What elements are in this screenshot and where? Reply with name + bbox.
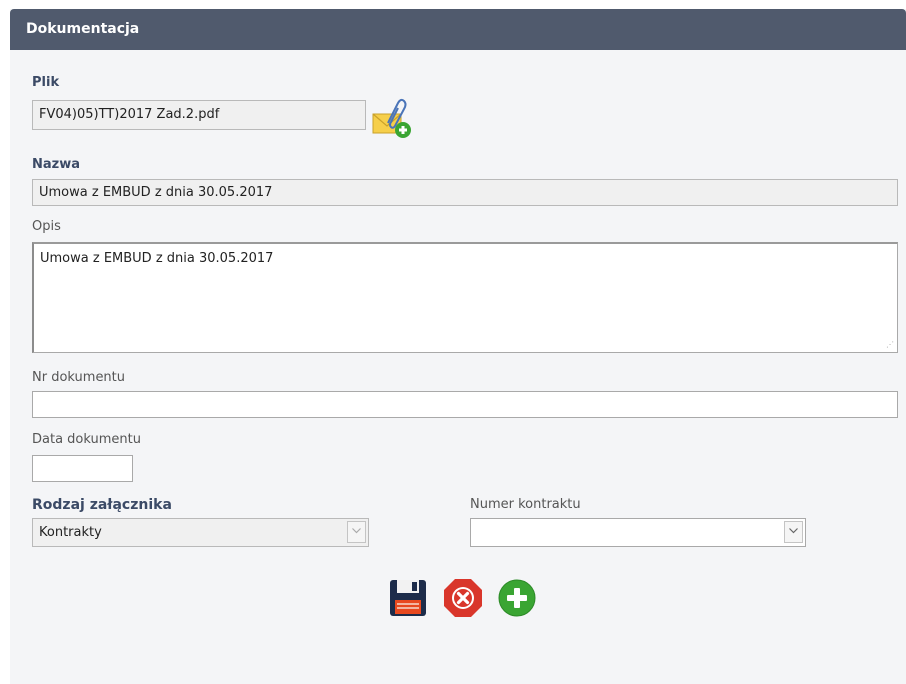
contract-number-label: Numer kontraktu bbox=[470, 497, 581, 512]
name-label: Nazwa bbox=[32, 157, 81, 172]
description-label: Opis bbox=[32, 219, 61, 234]
description-textarea[interactable]: Umowa z EMBUD z dnia 30.05.2017 ⋰ bbox=[32, 242, 898, 353]
document-date-input[interactable] bbox=[32, 455, 133, 482]
description-text: Umowa z EMBUD z dnia 30.05.2017 bbox=[40, 251, 274, 266]
contract-number-select[interactable] bbox=[470, 518, 806, 547]
attachment-type-label: Rodzaj załącznika bbox=[32, 497, 172, 513]
cancel-icon[interactable] bbox=[442, 577, 484, 619]
file-field: FV04)05)TT)2017 Zad.2.pdf bbox=[32, 100, 366, 130]
file-label: Plik bbox=[32, 75, 60, 90]
document-date-label: Data dokumentu bbox=[32, 432, 141, 447]
save-icon[interactable] bbox=[388, 578, 428, 618]
document-number-label: Nr dokumentu bbox=[32, 370, 126, 385]
attach-file-icon[interactable] bbox=[371, 97, 415, 141]
add-icon[interactable] bbox=[498, 579, 536, 617]
resize-grip-icon[interactable]: ⋰ bbox=[886, 341, 894, 349]
chevron-down-icon bbox=[347, 521, 366, 543]
documentation-panel: Dokumentacja Plik FV04)05)TT)2017 Zad.2.… bbox=[10, 9, 906, 684]
panel-title: Dokumentacja bbox=[10, 9, 906, 50]
attachment-type-select[interactable]: Kontrakty bbox=[32, 518, 369, 547]
attachment-type-value: Kontrakty bbox=[39, 525, 102, 540]
document-number-input[interactable] bbox=[32, 391, 898, 418]
name-field: Umowa z EMBUD z dnia 30.05.2017 bbox=[32, 179, 898, 206]
chevron-down-icon bbox=[784, 521, 803, 543]
